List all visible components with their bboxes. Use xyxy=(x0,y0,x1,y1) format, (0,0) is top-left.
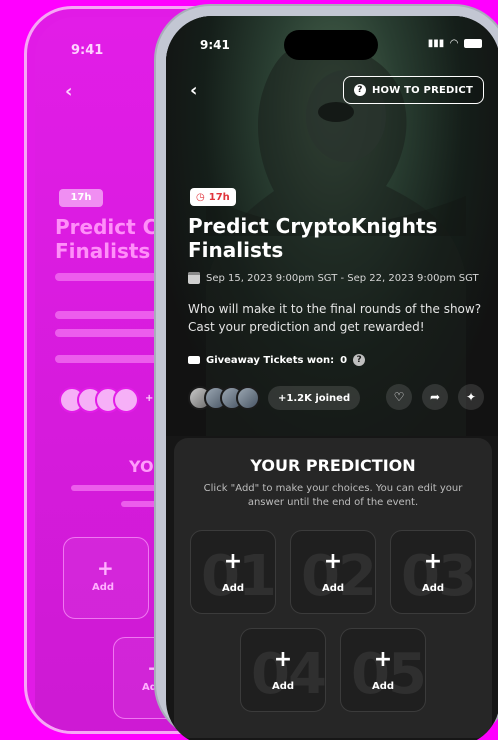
giveaway-tickets: Giveaway Tickets won: 0 ? xyxy=(188,354,366,366)
timer-badge: ◷ 17h xyxy=(190,188,236,206)
background-slot: + Add xyxy=(63,537,149,619)
phone-frame: 9:41 ▮▮▮ ◠ ‹ ? HOW TO PREDICT ◷ 17h Pred… xyxy=(154,4,498,740)
timer-text: 17h xyxy=(208,191,230,203)
plus-icon: + xyxy=(273,647,293,672)
tickets-label: Giveaway Tickets won: xyxy=(206,354,335,366)
slot-add-label: Add xyxy=(221,583,245,594)
prediction-card: YOUR PREDICTION Click "Add" to make your… xyxy=(174,438,492,738)
prediction-subtitle: Click "Add" to make your choices. You ca… xyxy=(203,483,463,508)
stage: 9:41 ‹ 17h Predict Cr Finalists +1.2K YO… xyxy=(0,0,498,740)
slot-add-label: Add xyxy=(321,583,345,594)
status-icons: ▮▮▮ ◠ xyxy=(428,38,482,49)
page-title: Predict CryptoKnights Finalists xyxy=(188,214,438,262)
background-slot-label: Add xyxy=(92,582,115,593)
slot-add-label: Add xyxy=(271,681,295,692)
calendar-icon xyxy=(188,272,200,284)
slot-add-label: Add xyxy=(421,583,445,594)
info-icon[interactable]: ? xyxy=(353,354,366,366)
background-status-time: 9:41 xyxy=(71,43,104,58)
wifi-icon: ◠ xyxy=(450,38,458,49)
action-buttons: ♡ ➦ ✦ xyxy=(386,384,484,410)
share-icon[interactable]: ➦ xyxy=(422,384,448,410)
avatar xyxy=(236,386,260,410)
prediction-slot-3[interactable]: 03 + Add xyxy=(390,530,476,614)
background-back-arrow-icon: ‹ xyxy=(65,81,73,102)
date-range: Sep 15, 2023 9:00pm SGT - Sep 22, 2023 9… xyxy=(206,272,479,284)
plus-icon: + xyxy=(97,556,114,580)
phone-screen: 9:41 ▮▮▮ ◠ ‹ ? HOW TO PREDICT ◷ 17h Pred… xyxy=(166,16,498,740)
plus-icon: + xyxy=(223,549,243,574)
plus-icon: + xyxy=(373,647,393,672)
prediction-title: YOUR PREDICTION xyxy=(250,456,416,475)
question-icon: ? xyxy=(353,84,366,96)
event-description: Who will make it to the final rounds of … xyxy=(188,302,482,334)
battery-icon xyxy=(464,39,482,48)
clock-icon: ◷ xyxy=(196,191,205,203)
signal-icon: ▮▮▮ xyxy=(427,38,445,49)
back-arrow-icon[interactable]: ‹ xyxy=(190,80,197,101)
dynamic-island xyxy=(284,30,378,60)
background-timer-badge: 17h xyxy=(59,189,103,207)
plus-icon: + xyxy=(323,549,343,574)
joined-count: +1.2K joined xyxy=(268,386,361,410)
prediction-slot-4[interactable]: 04 + Add xyxy=(240,628,326,712)
slot-add-label: Add xyxy=(371,681,395,692)
prediction-slot-5[interactable]: 05 + Add xyxy=(340,628,426,712)
heart-icon[interactable]: ♡ xyxy=(386,384,412,410)
tickets-value: 0 xyxy=(340,354,348,366)
plus-icon: + xyxy=(423,549,443,574)
event-date: Sep 15, 2023 9:00pm SGT - Sep 22, 2023 9… xyxy=(188,272,479,284)
chat-icon[interactable]: ✦ xyxy=(458,384,484,410)
how-to-predict-label: HOW TO PREDICT xyxy=(371,84,473,96)
how-to-predict-button[interactable]: ? HOW TO PREDICT xyxy=(342,76,484,104)
joined-row: +1.2K joined xyxy=(188,384,361,412)
status-time: 9:41 xyxy=(200,38,230,52)
background-avatar xyxy=(113,387,139,413)
prediction-slot-2[interactable]: 02 + Add xyxy=(290,530,376,614)
prediction-slot-1[interactable]: 01 + Add xyxy=(190,530,276,614)
ticket-icon xyxy=(188,356,200,364)
